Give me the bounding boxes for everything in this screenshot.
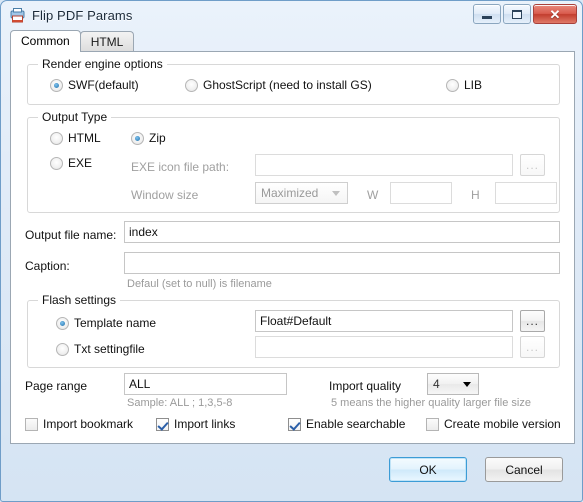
chevron-down-icon bbox=[463, 381, 471, 387]
caption-label: Caption: bbox=[25, 259, 70, 273]
group-render-engine: Render engine options SWF(default) Ghost… bbox=[27, 57, 560, 105]
radio-lib[interactable]: LIB bbox=[446, 78, 482, 92]
import-quality-select[interactable]: 4 bbox=[427, 373, 479, 395]
checkbox-import-bookmark-label: Import bookmark bbox=[43, 417, 134, 431]
close-button[interactable]: ✕ bbox=[533, 4, 577, 24]
radio-swf-indicator bbox=[50, 78, 63, 92]
checkbox-create-mobile-version-label: Create mobile version bbox=[444, 417, 561, 431]
radio-txt-settingfile-label: Txt settingfile bbox=[74, 342, 145, 356]
radio-exe-label: EXE bbox=[68, 156, 93, 170]
import-quality-value: 4 bbox=[433, 377, 440, 391]
group-output-type-legend: Output Type bbox=[38, 110, 112, 124]
import-quality-hint: 5 means the higher quality larger file s… bbox=[331, 397, 531, 409]
window-size-label: Window size bbox=[131, 188, 199, 202]
checkbox-import-links-box bbox=[156, 417, 169, 431]
tab-panel-common: Render engine options SWF(default) Ghost… bbox=[10, 51, 575, 444]
window-height-label: H bbox=[471, 188, 480, 202]
checkbox-enable-searchable[interactable]: Enable searchable bbox=[288, 417, 405, 431]
dialog-window: Flip PDF Params ✕ Common HTML Render eng… bbox=[0, 0, 583, 502]
checkbox-import-bookmark-box bbox=[25, 417, 38, 431]
group-flash-settings: Flash settings Template name Float#Defau… bbox=[27, 293, 560, 368]
radio-ghostscript-indicator bbox=[185, 78, 198, 92]
checkbox-create-mobile-version-box bbox=[426, 417, 439, 431]
checkbox-enable-searchable-box bbox=[288, 417, 301, 431]
tab-strip: Common HTML bbox=[10, 30, 582, 52]
close-icon: ✕ bbox=[549, 6, 561, 22]
radio-lib-label: LIB bbox=[464, 78, 483, 92]
checkbox-create-mobile-version[interactable]: Create mobile version bbox=[426, 417, 561, 431]
radio-txt-settingfile-indicator bbox=[56, 342, 69, 356]
radio-template-name-indicator bbox=[56, 316, 69, 330]
checkbox-import-links[interactable]: Import links bbox=[156, 417, 235, 431]
radio-zip-label: Zip bbox=[149, 131, 166, 145]
radio-exe-indicator bbox=[50, 156, 63, 170]
group-render-engine-legend: Render engine options bbox=[38, 57, 167, 71]
ok-button[interactable]: OK bbox=[389, 457, 467, 482]
page-range-hint: Sample: ALL ; 1,3,5-8 bbox=[127, 397, 233, 409]
radio-swf-label: SWF(default) bbox=[68, 78, 139, 92]
txt-settingfile-input[interactable] bbox=[255, 336, 513, 358]
radio-template-name[interactable]: Template name bbox=[56, 316, 156, 330]
window-width-label: W bbox=[367, 188, 379, 202]
window-title: Flip PDF Params bbox=[32, 8, 133, 23]
template-name-input[interactable]: Float#Default bbox=[255, 310, 513, 332]
minimize-icon bbox=[482, 15, 492, 19]
exe-icon-browse-button[interactable]: ... bbox=[520, 154, 545, 176]
import-quality-label: Import quality bbox=[329, 379, 402, 393]
radio-zip[interactable]: Zip bbox=[131, 131, 166, 145]
checkbox-import-links-label: Import links bbox=[174, 417, 236, 431]
group-flash-settings-legend: Flash settings bbox=[38, 293, 121, 307]
radio-ghostscript-label: GhostScript (need to install GS) bbox=[203, 78, 372, 92]
page-range-input[interactable]: ALL bbox=[124, 373, 287, 395]
window-size-value: Maximized bbox=[261, 186, 319, 200]
template-browse-button[interactable]: ... bbox=[520, 310, 545, 332]
checkbox-enable-searchable-label: Enable searchable bbox=[306, 417, 406, 431]
txt-settingfile-browse-button[interactable]: ... bbox=[520, 336, 545, 358]
cancel-button[interactable]: Cancel bbox=[485, 457, 563, 482]
tab-html[interactable]: HTML bbox=[79, 31, 135, 52]
tab-common[interactable]: Common bbox=[10, 30, 81, 52]
caption-input[interactable] bbox=[124, 252, 560, 274]
exe-icon-path-input[interactable] bbox=[255, 154, 513, 176]
caption-hint: Defaul (set to null) is filename bbox=[127, 278, 272, 290]
chevron-down-icon bbox=[332, 190, 340, 196]
radio-template-name-label: Template name bbox=[74, 316, 157, 330]
radio-exe[interactable]: EXE bbox=[50, 156, 92, 170]
maximize-button[interactable] bbox=[503, 4, 531, 24]
output-file-name-label: Output file name: bbox=[25, 228, 117, 242]
title-bar: Flip PDF Params ✕ bbox=[1, 1, 582, 30]
window-width-input[interactable] bbox=[390, 182, 452, 204]
app-icon bbox=[9, 7, 26, 24]
window-size-select[interactable]: Maximized bbox=[255, 182, 348, 204]
radio-html[interactable]: HTML bbox=[50, 131, 101, 145]
radio-lib-indicator bbox=[446, 78, 459, 92]
radio-txt-settingfile[interactable]: Txt settingfile bbox=[56, 342, 145, 356]
radio-ghostscript[interactable]: GhostScript (need to install GS) bbox=[185, 78, 372, 92]
group-output-type: Output Type HTML Zip EXE EXE icon file p… bbox=[27, 110, 560, 213]
maximize-icon bbox=[512, 9, 522, 19]
window-controls: ✕ bbox=[473, 4, 577, 24]
radio-html-indicator bbox=[50, 131, 63, 145]
minimize-button[interactable] bbox=[473, 4, 501, 24]
page-range-label: Page range bbox=[25, 379, 88, 393]
radio-html-label: HTML bbox=[68, 131, 101, 145]
exe-icon-path-label: EXE icon file path: bbox=[131, 160, 230, 174]
window-height-input[interactable] bbox=[495, 182, 557, 204]
radio-zip-indicator bbox=[131, 131, 144, 145]
checkbox-import-bookmark[interactable]: Import bookmark bbox=[25, 417, 133, 431]
output-file-name-input[interactable]: index bbox=[124, 221, 560, 243]
radio-swf[interactable]: SWF(default) bbox=[50, 78, 139, 92]
